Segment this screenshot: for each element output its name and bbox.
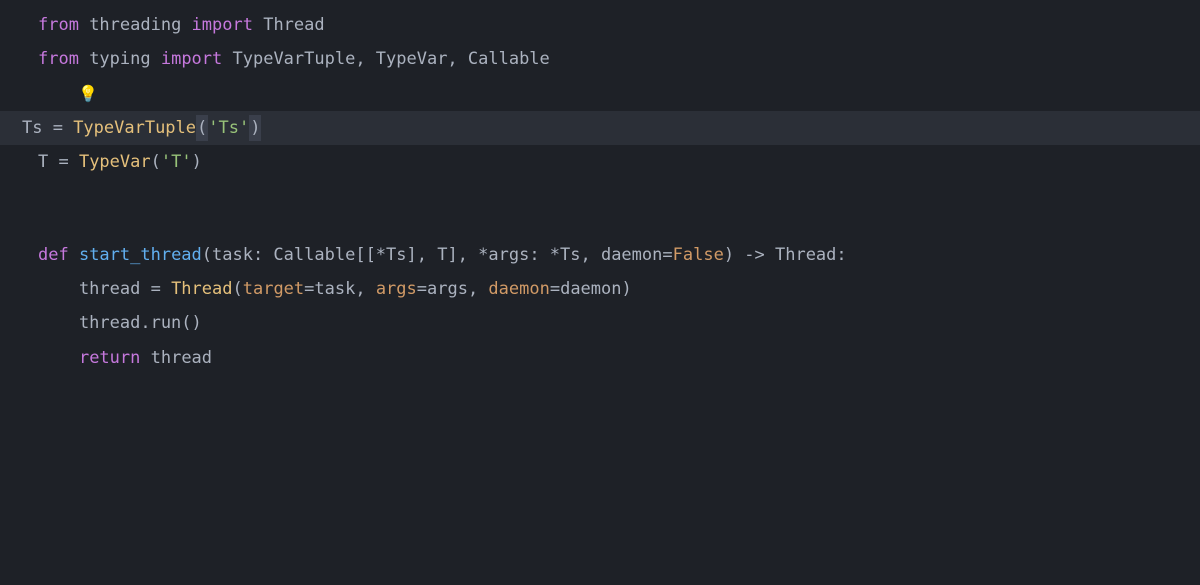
code-line[interactable]: return thread bbox=[0, 341, 1200, 375]
code-token bbox=[38, 348, 79, 368]
lightbulb-icon[interactable]: 💡 bbox=[78, 82, 98, 107]
code-token: ( bbox=[232, 279, 242, 299]
code-token: TypeVar bbox=[79, 152, 151, 172]
code-token: from bbox=[38, 15, 89, 35]
code-token: thread = bbox=[38, 279, 171, 299]
code-token: target bbox=[243, 279, 304, 299]
code-token: TypeVarTuple, TypeVar, Callable bbox=[233, 49, 550, 69]
code-token: thread bbox=[151, 348, 212, 368]
code-line[interactable]: def start_thread(task: Callable[[*Ts], T… bbox=[0, 238, 1200, 272]
code-token: =task, bbox=[304, 279, 376, 299]
code-token: TypeVarTuple bbox=[73, 118, 196, 138]
code-token: start_thread bbox=[79, 245, 202, 265]
code-token: daemon bbox=[488, 279, 549, 299]
code-token: Thread bbox=[171, 279, 232, 299]
code-token: from bbox=[38, 49, 89, 69]
code-token: import bbox=[192, 15, 264, 35]
code-line[interactable]: from typing import TypeVarTuple, TypeVar… bbox=[0, 42, 1200, 76]
bracket-highlight: ( bbox=[196, 115, 208, 141]
code-line[interactable]: Ts = TypeVarTuple('Ts') bbox=[0, 111, 1200, 145]
code-token: Ts = bbox=[22, 118, 73, 138]
code-line[interactable]: thread.run() bbox=[0, 306, 1200, 340]
code-token: def bbox=[38, 245, 79, 265]
code-token: Thread bbox=[263, 15, 324, 35]
code-token: (task: Calla bbox=[202, 245, 325, 265]
code-token: import bbox=[161, 49, 233, 69]
code-editor[interactable]: from threading import Threadfrom typing … bbox=[0, 8, 1200, 375]
code-line[interactable] bbox=[0, 180, 1200, 209]
code-token: thread.run() bbox=[38, 313, 202, 333]
code-token: threading bbox=[89, 15, 191, 35]
code-token: ( bbox=[151, 152, 161, 172]
code-line[interactable] bbox=[0, 209, 1200, 238]
code-token: T = bbox=[38, 152, 79, 172]
code-token: False bbox=[673, 245, 724, 265]
code-token: ( bbox=[197, 118, 207, 138]
code-token: 'T' bbox=[161, 152, 192, 172]
code-token: return bbox=[79, 348, 151, 368]
code-line[interactable]: thread = Thread(target=task, args=args, … bbox=[0, 272, 1200, 306]
code-token: 'Ts' bbox=[208, 118, 249, 138]
code-token: =args, bbox=[417, 279, 489, 299]
code-token: ) -> Thread: bbox=[724, 245, 847, 265]
text-cursor-position: b bbox=[325, 245, 335, 265]
code-token: args bbox=[376, 279, 417, 299]
code-token: le[[*Ts], T], *args: *Ts, daemon= bbox=[335, 245, 673, 265]
bracket-highlight: ) bbox=[249, 115, 261, 141]
code-token: typing bbox=[89, 49, 161, 69]
code-token: =daemon) bbox=[550, 279, 632, 299]
code-line[interactable]: from threading import Thread bbox=[0, 8, 1200, 42]
code-line[interactable]: T = TypeVar('T') bbox=[0, 145, 1200, 179]
code-token: ) bbox=[250, 118, 260, 138]
code-line[interactable]: 💡 bbox=[0, 77, 1200, 111]
code-token: ) bbox=[192, 152, 202, 172]
